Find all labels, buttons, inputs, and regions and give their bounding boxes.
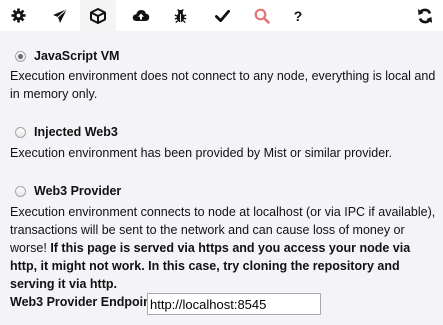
radio-injected-web3[interactable] <box>15 126 26 138</box>
send-icon[interactable] <box>42 0 78 31</box>
option-description-web3-provider: Execution environment connects to node a… <box>10 203 440 293</box>
toolbar: ? <box>0 0 443 32</box>
option-description-injected-web3: Execution environment has been provided … <box>10 146 393 160</box>
endpoint-input[interactable] <box>147 293 321 315</box>
radio-web3-provider[interactable] <box>15 185 26 197</box>
option-label-javascript-vm: JavaScript VM <box>34 49 120 63</box>
option-web3-provider[interactable]: Web3 Provider <box>15 184 121 198</box>
web3-provider-warning: If this page is served via https and you… <box>10 241 411 291</box>
option-injected-web3[interactable]: Injected Web3 <box>15 125 118 139</box>
option-label-web3-provider: Web3 Provider <box>34 184 122 198</box>
radio-selected-dot <box>18 53 23 59</box>
check-icon[interactable] <box>204 0 240 31</box>
endpoint-label: Web3 Provider Endpoint: <box>10 295 160 309</box>
sync-icon[interactable] <box>407 0 443 31</box>
cloud-upload-icon[interactable] <box>123 0 159 31</box>
help-icon-glyph: ? <box>293 7 303 24</box>
search-icon[interactable] <box>244 0 280 31</box>
option-description-javascript-vm: Execution environment does not connect t… <box>10 69 436 101</box>
radio-javascript-vm[interactable] <box>15 50 26 62</box>
option-javascript-vm[interactable]: JavaScript VM <box>15 49 119 63</box>
bug-icon[interactable] <box>162 0 198 31</box>
cube-icon[interactable] <box>80 0 116 31</box>
gear-icon[interactable] <box>0 0 36 31</box>
help-icon[interactable]: ? <box>280 0 316 31</box>
option-label-injected-web3: Injected Web3 <box>34 125 118 139</box>
